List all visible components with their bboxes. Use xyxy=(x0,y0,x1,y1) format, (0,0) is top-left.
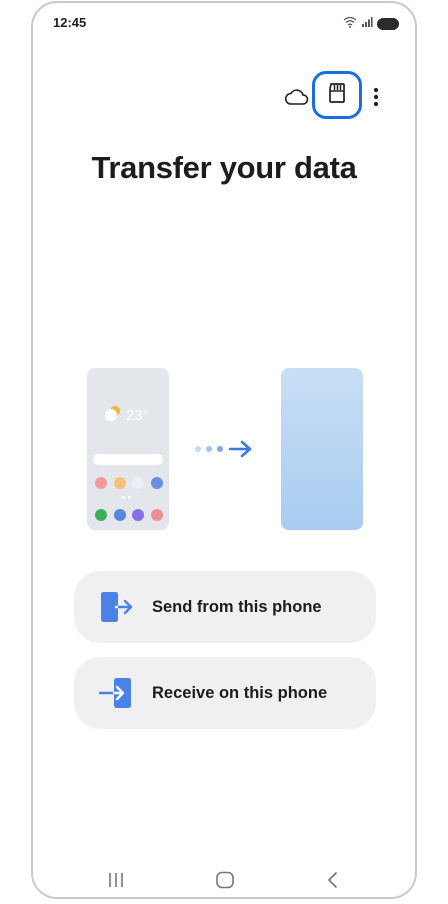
weather-widget: 23° xyxy=(103,404,149,427)
transfer-arrow-icon xyxy=(195,439,254,459)
page-indicator xyxy=(122,496,131,499)
weather-sun-cloud-icon xyxy=(103,404,123,427)
app-icon xyxy=(150,509,163,521)
page-title: Transfer your data xyxy=(91,150,357,185)
weather-temperature: 23° xyxy=(126,407,149,424)
signal-icon xyxy=(361,15,373,33)
top-toolbar xyxy=(33,71,415,119)
status-bar: 12:45 xyxy=(33,3,415,43)
status-icons xyxy=(343,15,399,33)
app-icon xyxy=(95,477,107,489)
more-options-icon[interactable] xyxy=(367,82,385,112)
app-icon xyxy=(113,477,126,489)
sd-card-icon xyxy=(328,82,346,109)
recents-icon[interactable] xyxy=(96,865,136,895)
receive-phone-icon xyxy=(98,675,134,711)
app-row-2 xyxy=(95,509,163,521)
status-time: 12:45 xyxy=(53,15,87,30)
battery-icon xyxy=(377,18,399,30)
sd-card-button[interactable] xyxy=(312,71,362,119)
home-icon[interactable] xyxy=(205,865,245,895)
search-bar-illustration xyxy=(93,454,163,465)
navigation-bar xyxy=(33,865,415,895)
new-phone-illustration xyxy=(281,368,363,530)
send-phone-icon xyxy=(98,589,134,625)
send-from-this-phone-button[interactable]: Send from this phone xyxy=(74,571,376,643)
app-row-1 xyxy=(95,477,163,489)
receive-option-label: Receive on this phone xyxy=(152,683,328,702)
receive-on-this-phone-button[interactable]: Receive on this phone xyxy=(74,657,376,729)
phone-frame: 12:45 Transfer your data 23° Send from t… xyxy=(31,1,417,899)
old-phone-illustration: 23° xyxy=(87,368,169,530)
cloud-icon[interactable] xyxy=(281,82,311,112)
app-icon xyxy=(113,509,126,521)
app-icon xyxy=(95,509,107,521)
send-option-label: Send from this phone xyxy=(152,597,322,616)
back-icon[interactable] xyxy=(313,865,353,895)
app-icon xyxy=(132,477,145,489)
wifi-icon xyxy=(343,15,357,33)
app-icon xyxy=(150,477,163,489)
app-icon xyxy=(132,509,145,521)
